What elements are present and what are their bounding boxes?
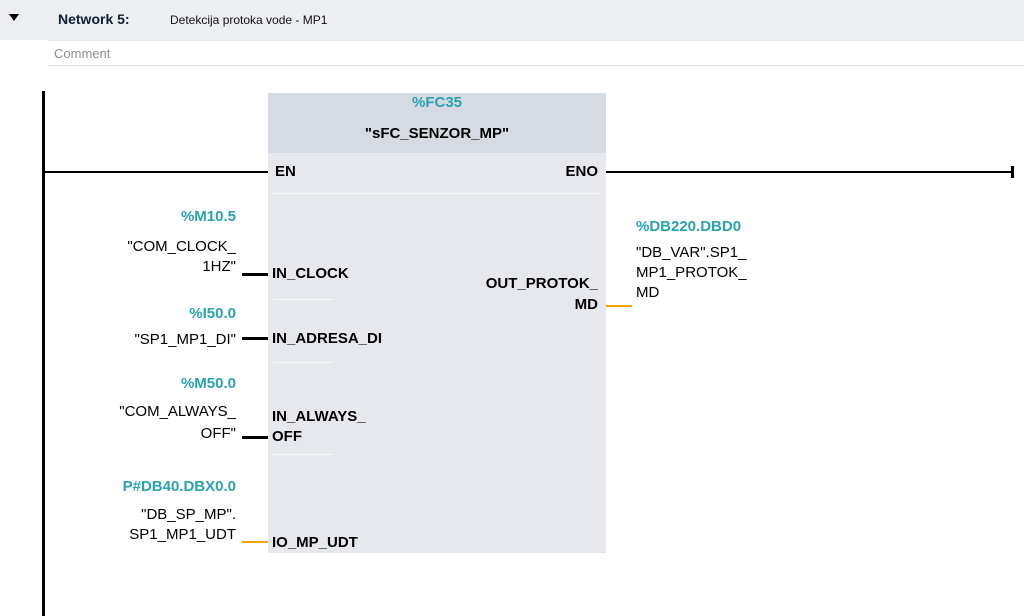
pin-in-adresa-di: IN_ADRESA_DI: [272, 330, 383, 347]
operand-address-adresa[interactable]: %I50.0: [100, 305, 236, 322]
operand-address-clock[interactable]: %M10.5: [100, 208, 236, 225]
pin-io-mp-udt: IO_MP_UDT: [272, 534, 358, 551]
pin-separator: [273, 454, 333, 455]
network-description[interactable]: Detekcija protoka vode - MP1: [170, 13, 327, 27]
pin-out-protok-md-line2: MD: [574, 296, 598, 313]
operand-address-udt[interactable]: P#DB40.DBX0.0: [60, 478, 236, 495]
function-block-address: %FC35: [411, 94, 463, 111]
operand-address-always[interactable]: %M50.0: [100, 375, 236, 392]
out-protok-md-wire[interactable]: [606, 305, 632, 307]
eno-wire[interactable]: [606, 171, 1012, 173]
operand-symbol-always-line2[interactable]: OFF": [50, 425, 236, 442]
pin-separator: [273, 362, 333, 363]
io-mp-udt-wire[interactable]: [242, 541, 268, 543]
operand-symbol-always-line1[interactable]: "COM_ALWAYS_: [50, 403, 236, 420]
operand-symbol-protok-line3[interactable]: MD: [636, 284, 659, 301]
operand-symbol-adresa[interactable]: "SP1_MP1_DI": [60, 331, 236, 348]
function-block-name: "sFC_SENZOR_MP": [364, 125, 510, 142]
left-power-rail: [42, 91, 45, 616]
pin-in-clock: IN_CLOCK: [272, 265, 349, 282]
collapse-triangle-icon[interactable]: [9, 14, 19, 21]
comment-placeholder: Comment: [54, 46, 111, 61]
pin-in-always-off-line1: IN_ALWAYS_: [272, 408, 366, 425]
pin-in-always-off-line2: OFF: [272, 428, 302, 445]
in-clock-wire[interactable]: [242, 273, 268, 276]
in-adresa-di-wire[interactable]: [242, 337, 268, 340]
pin-out-protok-md-line1: OUT_PROTOK_: [485, 275, 598, 292]
pin-separator: [273, 299, 333, 300]
pin-separator: [273, 193, 601, 194]
network-title[interactable]: Network 5:: [58, 11, 130, 27]
operand-symbol-protok-line1[interactable]: "DB_VAR".SP1_: [636, 244, 746, 261]
operand-symbol-clock-line2[interactable]: 1HZ": [60, 258, 236, 275]
network-comment-field[interactable]: Comment: [48, 40, 1024, 66]
pin-eno: ENO: [565, 163, 598, 180]
network-header: Network 5: Detekcija protoka vode - MP1: [0, 0, 1024, 40]
operand-symbol-clock-line1[interactable]: "COM_CLOCK_: [60, 238, 236, 255]
en-wire[interactable]: [44, 171, 268, 173]
operand-symbol-protok-line2[interactable]: MP1_PROTOK_: [636, 264, 747, 281]
operand-address-protok[interactable]: %DB220.DBD0: [636, 218, 741, 235]
operand-symbol-udt-line2[interactable]: SP1_MP1_UDT: [60, 526, 236, 543]
operand-symbol-udt-line1[interactable]: "DB_SP_MP".: [60, 506, 236, 523]
in-always-off-wire[interactable]: [242, 436, 268, 439]
pin-en: EN: [275, 163, 296, 180]
function-block[interactable]: [268, 93, 606, 553]
